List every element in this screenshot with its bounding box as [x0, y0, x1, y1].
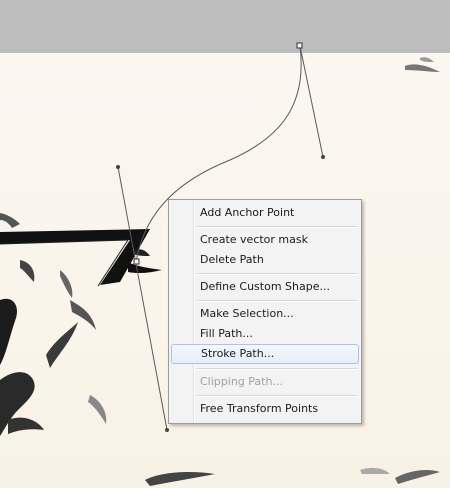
menu-item-stroke-path[interactable]: Stroke Path... — [171, 344, 359, 364]
menu-separator — [196, 368, 358, 370]
menu-item-fill-path[interactable]: Fill Path... — [171, 324, 359, 344]
anchor-point-mid — [133, 258, 140, 265]
menu-item-delete-path[interactable]: Delete Path — [171, 250, 359, 270]
menu-separator — [196, 395, 358, 397]
black-triangle-shape — [0, 229, 150, 285]
anchor-point-top — [296, 42, 303, 49]
menu-item-define-custom-shape[interactable]: Define Custom Shape... — [171, 277, 359, 297]
menu-item-make-selection[interactable]: Make Selection... — [171, 304, 359, 324]
menu-item-clipping-path: Clipping Path... — [200, 375, 283, 388]
ink-splash-left — [0, 298, 18, 365]
handle-endpoint-upper-left — [116, 165, 120, 169]
menu-separator — [196, 273, 358, 275]
control-handle-top — [299, 45, 324, 158]
menu-item-create-vector-mask[interactable]: Create vector mask — [171, 230, 359, 250]
menu-separator — [196, 226, 358, 228]
control-handle-bottom — [117, 166, 168, 431]
handle-endpoint-lower — [165, 428, 169, 432]
menu-separator — [196, 300, 358, 302]
ink-splash-top-right — [405, 64, 440, 72]
menu-item-add-anchor-point[interactable]: Add Anchor Point — [171, 203, 359, 223]
menu-item-free-transform-points[interactable]: Free Transform Points — [171, 399, 359, 419]
handle-endpoint-right — [321, 155, 325, 159]
ink-splash-bottom — [145, 472, 215, 486]
path-context-menu: Add Anchor Point Create vector mask Dele… — [168, 199, 362, 424]
